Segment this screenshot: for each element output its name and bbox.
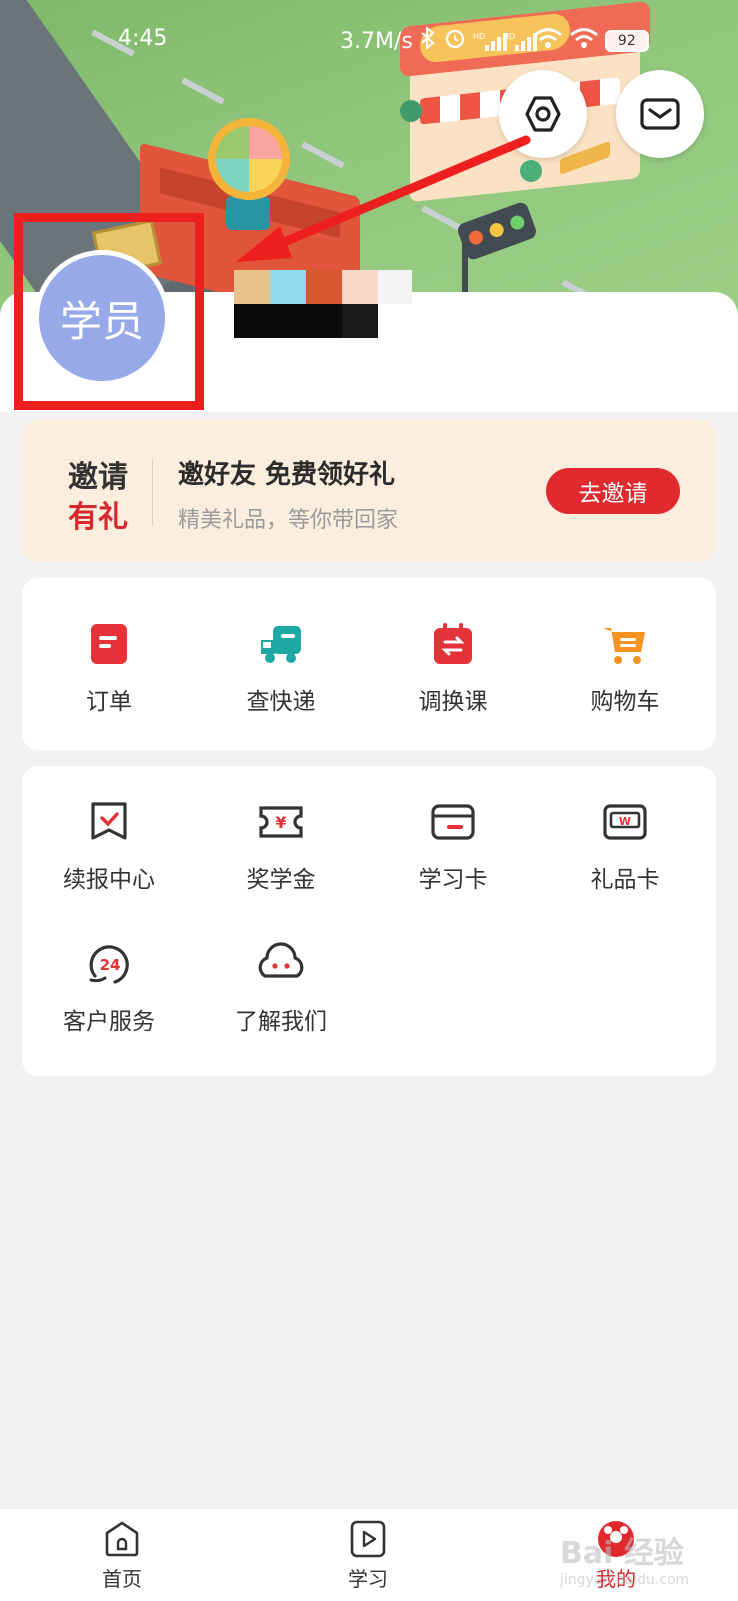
service-renew[interactable]: 续报中心: [22, 798, 196, 894]
service-about-us[interactable]: 了解我们: [194, 940, 368, 1036]
service-label: 礼品卡: [590, 867, 660, 893]
envelope-icon: [640, 98, 680, 130]
services-card: 续报中心 ¥ 奖学金 学习卡 W 礼品卡 24 客户服务 了解我们: [22, 766, 716, 1076]
service-study-card[interactable]: 学习卡: [366, 798, 540, 894]
annotation-highlight-box: [14, 213, 204, 410]
signal-icon: HD: [473, 31, 507, 51]
quick-actions-card: 订单 查快递 调换课 购物车: [22, 578, 716, 750]
status-bar: 4:45 3.7M/s HD HD 92: [0, 22, 738, 62]
service-label: 客户服务: [63, 1009, 155, 1035]
scholarship-icon: ¥: [259, 806, 303, 838]
about-us-icon: [258, 942, 304, 978]
gift-card-icon: W: [603, 804, 647, 840]
watermark-text: Bai 经验: [560, 1536, 684, 1571]
home-icon: [105, 1521, 139, 1557]
watermark: Bai 经验 jingyan.baidu.com: [560, 1528, 689, 1588]
service-label: 续报中心: [63, 867, 155, 893]
study-card-icon: [431, 804, 475, 840]
svg-text:HD: HD: [473, 32, 485, 41]
delivery-truck-icon: [261, 626, 301, 663]
svg-text:W: W: [619, 815, 631, 828]
quick-action-label: 订单: [86, 689, 132, 715]
quick-action-swap-course[interactable]: 调换课: [366, 620, 540, 716]
invite-tag-line1: 邀请: [68, 460, 128, 495]
service-label: 学习卡: [418, 867, 488, 893]
watermark-sub: jingyan.baidu.com: [560, 1572, 690, 1588]
quick-action-order[interactable]: 订单: [22, 620, 196, 716]
invite-title: 邀好友 免费领好礼: [178, 460, 396, 490]
message-button[interactable]: [616, 70, 704, 158]
service-gift-card[interactable]: W 礼品卡: [538, 798, 712, 894]
play-icon: [350, 1520, 386, 1558]
quick-action-label: 购物车: [590, 689, 660, 715]
service-label: 了解我们: [235, 1009, 327, 1035]
svg-text:¥: ¥: [275, 813, 286, 832]
shopping-cart-icon: [603, 628, 645, 664]
service-scholarship[interactable]: ¥ 奖学金: [194, 798, 368, 894]
renew-icon: [91, 802, 127, 840]
quick-action-delivery[interactable]: 查快递: [194, 620, 368, 716]
nav-label: 学习: [348, 1567, 388, 1591]
wifi-icon: [533, 27, 563, 55]
svg-text:HD: HD: [503, 32, 515, 41]
nav-label: 首页: [102, 1567, 142, 1591]
signal-icon-2: HD: [503, 31, 537, 51]
quick-action-cart[interactable]: 购物车: [538, 620, 712, 716]
network-speed: 3.7M/s: [340, 28, 413, 54]
swap-course-icon: [434, 623, 472, 664]
invite-tag-line2: 有礼: [68, 500, 128, 535]
service-customer-service[interactable]: 24 客户服务: [22, 940, 196, 1036]
nav-home[interactable]: 首页: [62, 1519, 182, 1592]
username-redacted-tail: [378, 270, 412, 304]
invite-banner[interactable]: 邀请 有礼 邀好友 免费领好礼 精美礼品，等你带回家 去邀请: [22, 420, 716, 562]
wifi-icon-2: [569, 27, 599, 55]
invite-subtitle: 精美礼品，等你带回家: [178, 508, 399, 533]
hexagon-settings-icon: [525, 96, 561, 132]
status-time: 4:45: [118, 26, 168, 51]
svg-text:24: 24: [100, 956, 121, 974]
username-redacted: [234, 270, 378, 338]
order-icon: [91, 624, 127, 664]
service-label: 奖学金: [246, 867, 316, 893]
quick-action-label: 调换课: [418, 689, 488, 715]
bluetooth-icon: [419, 25, 437, 55]
nav-study[interactable]: 学习: [308, 1519, 428, 1592]
invite-divider: [152, 460, 153, 526]
quick-action-label: 查快递: [246, 689, 316, 715]
battery-indicator: 92: [604, 30, 649, 52]
alarm-icon: [443, 26, 467, 56]
invite-button[interactable]: 去邀请: [546, 468, 680, 514]
settings-button[interactable]: [499, 70, 587, 158]
customer-service-24-icon: 24: [89, 945, 129, 984]
